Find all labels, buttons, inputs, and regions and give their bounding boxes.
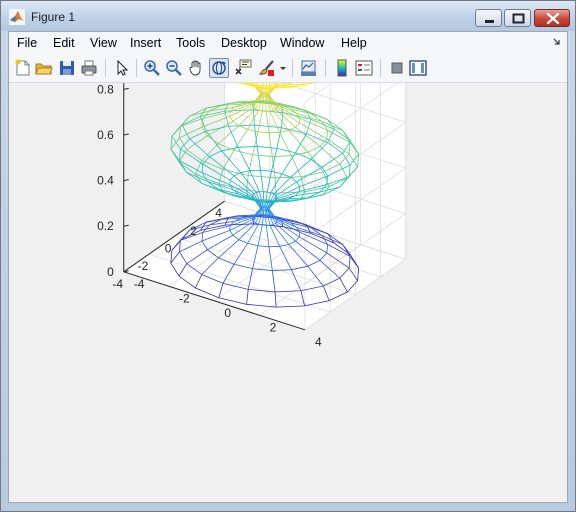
show-plot-tools-icon[interactable] bbox=[409, 59, 427, 77]
open-file-icon[interactable] bbox=[35, 59, 53, 77]
z-tick-label: 0.4 bbox=[97, 174, 114, 188]
data-cursor-icon[interactable] bbox=[234, 59, 252, 77]
menu-view[interactable]: View bbox=[90, 36, 117, 50]
figure-window: Figure 1 File Edit View Insert Tools Des… bbox=[0, 0, 576, 512]
rotate-3d-button[interactable] bbox=[209, 58, 229, 78]
zoom-in-icon[interactable] bbox=[143, 59, 161, 77]
x-tick-label: -4 bbox=[112, 277, 123, 291]
y-tick-label: 4 bbox=[315, 335, 322, 349]
window-title: Figure 1 bbox=[31, 10, 76, 24]
menu-help[interactable]: Help bbox=[341, 36, 367, 50]
zoom-out-icon[interactable] bbox=[165, 59, 183, 77]
print-figure-icon[interactable] bbox=[80, 59, 98, 77]
hide-plot-tools-icon[interactable] bbox=[388, 59, 406, 77]
toolbar-separator bbox=[380, 59, 381, 77]
mesh-edge bbox=[186, 135, 208, 150]
figure-toolbar bbox=[9, 54, 567, 83]
z-tick-label: 0.2 bbox=[97, 219, 114, 233]
menu-desktop[interactable]: Desktop bbox=[221, 36, 267, 50]
mesh-edge bbox=[180, 148, 203, 165]
insert-legend-icon[interactable] bbox=[355, 59, 373, 77]
menu-window[interactable]: Window bbox=[280, 36, 324, 50]
y-tick-label: -4 bbox=[134, 277, 145, 291]
menu-tools[interactable]: Tools bbox=[176, 36, 205, 50]
menu-insert[interactable]: Insert bbox=[130, 36, 161, 50]
close-icon bbox=[546, 12, 560, 25]
menu-bar: File Edit View Insert Tools Desktop Wind… bbox=[9, 32, 567, 54]
x-tick-label: 2 bbox=[190, 224, 197, 238]
maximize-icon bbox=[512, 13, 525, 24]
menu-edit[interactable]: Edit bbox=[53, 36, 75, 50]
y-tick-label: -2 bbox=[179, 291, 190, 305]
matlab-logo-icon bbox=[9, 9, 25, 25]
x-tick-label: 0 bbox=[165, 242, 172, 256]
brush-dropdown-icon[interactable] bbox=[279, 59, 287, 77]
edit-plot-icon[interactable] bbox=[113, 59, 131, 77]
dock-arrow-icon[interactable] bbox=[553, 38, 561, 46]
x-tick-label: 4 bbox=[215, 206, 222, 220]
pan-icon[interactable] bbox=[187, 59, 205, 77]
z-tick-mark bbox=[123, 224, 129, 227]
minimize-icon bbox=[485, 20, 494, 23]
z-tick-mark bbox=[123, 87, 129, 90]
z-tick-mark bbox=[123, 179, 129, 182]
x-tick-label: -2 bbox=[138, 259, 149, 273]
axes-3d-plot[interactable]: 00.20.40.60.81420-2-4-4-2024 bbox=[9, 83, 567, 502]
figure-canvas[interactable]: 00.20.40.60.81420-2-4-4-2024 bbox=[9, 83, 567, 502]
new-figure-icon[interactable] bbox=[14, 59, 32, 77]
z-tick-label: 0.8 bbox=[97, 83, 114, 96]
z-tick-label: 0.6 bbox=[97, 128, 114, 142]
y-tick-label: 0 bbox=[224, 306, 231, 320]
toolbar-separator bbox=[292, 59, 293, 77]
brush-icon[interactable] bbox=[258, 59, 276, 77]
mesh-edge bbox=[170, 137, 180, 150]
minimize-button[interactable] bbox=[475, 9, 502, 27]
insert-colorbar-icon[interactable] bbox=[333, 59, 351, 77]
title-bar[interactable]: Figure 1 bbox=[1, 1, 575, 31]
save-figure-icon[interactable] bbox=[58, 59, 76, 77]
mesh-edge bbox=[179, 126, 203, 139]
rotate-3d-icon bbox=[212, 61, 227, 75]
menu-file[interactable]: File bbox=[17, 36, 37, 50]
link-plot-icon[interactable] bbox=[300, 59, 318, 77]
toolbar-separator bbox=[105, 59, 106, 77]
y-tick-label: 2 bbox=[270, 320, 277, 334]
maximize-button[interactable] bbox=[504, 9, 531, 27]
toolbar-separator bbox=[136, 59, 137, 77]
figure-client-area: File Edit View Insert Tools Desktop Wind… bbox=[8, 31, 568, 503]
close-button[interactable] bbox=[534, 9, 570, 27]
mesh-edge bbox=[181, 124, 190, 140]
z-tick-mark bbox=[123, 133, 129, 136]
toolbar-separator bbox=[325, 59, 326, 77]
